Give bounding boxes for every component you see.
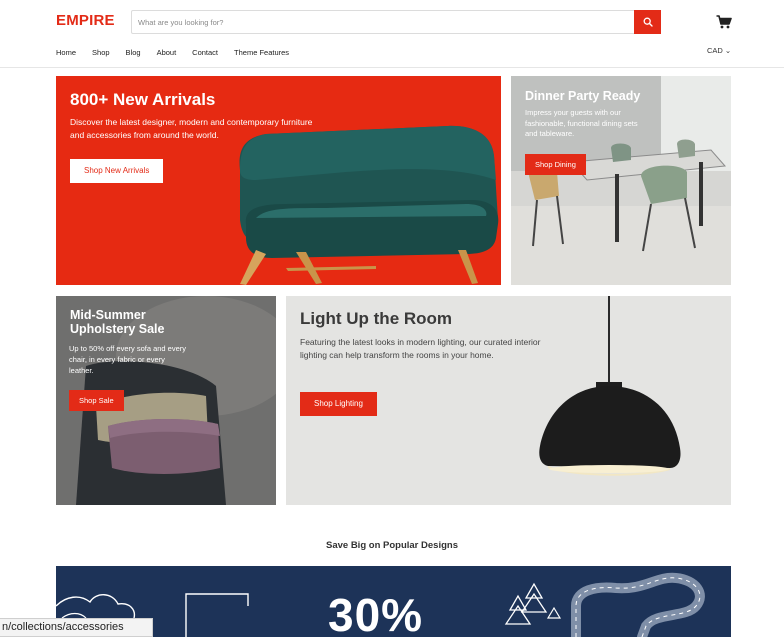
currency-selector[interactable]: CAD ⌄ — [707, 46, 731, 55]
search-input[interactable] — [132, 11, 635, 33]
promo-tile-dining[interactable]: Dinner Party Ready Impress your guests w… — [511, 76, 731, 285]
discount-percent: 30% — [328, 589, 424, 637]
nav-contact[interactable]: Contact — [192, 48, 218, 57]
tile-title: Light Up the Room — [300, 309, 453, 328]
nav-about[interactable]: About — [157, 48, 177, 57]
promo-tile-upholstery-sale[interactable]: Mid-Summer Upholstery Sale Up to 50% off… — [56, 296, 276, 505]
tile-title: Dinner Party Ready — [525, 89, 641, 103]
section-title: Save Big on Popular Designs — [326, 540, 458, 551]
tile-title: 800+ New Arrivals — [70, 90, 216, 109]
nav-blog[interactable]: Blog — [126, 48, 141, 57]
nav-theme-features[interactable]: Theme Features — [234, 48, 289, 57]
status-bar-url: n/collections/accessories — [0, 618, 153, 637]
sale-banner[interactable]: 30% — [56, 566, 731, 637]
tile-text: Featuring the latest looks in modern lig… — [300, 337, 541, 360]
store-logo[interactable]: EMPIRE — [56, 12, 115, 29]
promo-tile-lighting[interactable]: Light Up the Room Featuring the latest l… — [286, 296, 731, 505]
shop-new-arrivals-button[interactable]: Shop New Arrivals — [70, 159, 164, 183]
site-header: EMPIRE Home Shop Blog About Contact Them… — [0, 0, 784, 68]
tile-text: Impress your guests with our fashionable… — [525, 108, 638, 138]
nav-home[interactable]: Home — [56, 48, 76, 57]
tile-text: Discover the latest designer, modern and… — [70, 117, 313, 140]
tile-text: Up to 50% off every sofa and every chair… — [69, 344, 187, 375]
cart-icon[interactable] — [716, 15, 732, 29]
nav-shop[interactable]: Shop — [92, 48, 110, 57]
pendant-lamp-image — [539, 296, 681, 476]
shop-sale-button[interactable]: Shop Sale — [69, 390, 124, 411]
shop-lighting-button[interactable]: Shop Lighting — [300, 392, 377, 416]
tile-title: Mid-Summer Upholstery Sale — [70, 308, 165, 337]
shop-dining-button[interactable]: Shop Dining — [525, 154, 586, 175]
main-nav: Home Shop Blog About Contact Theme Featu… — [56, 48, 305, 57]
search-icon — [643, 17, 653, 27]
search-bar — [131, 10, 661, 34]
promo-tile-new-arrivals[interactable]: 800+ New Arrivals Discover the latest de… — [56, 76, 501, 285]
search-button[interactable] — [634, 10, 661, 34]
